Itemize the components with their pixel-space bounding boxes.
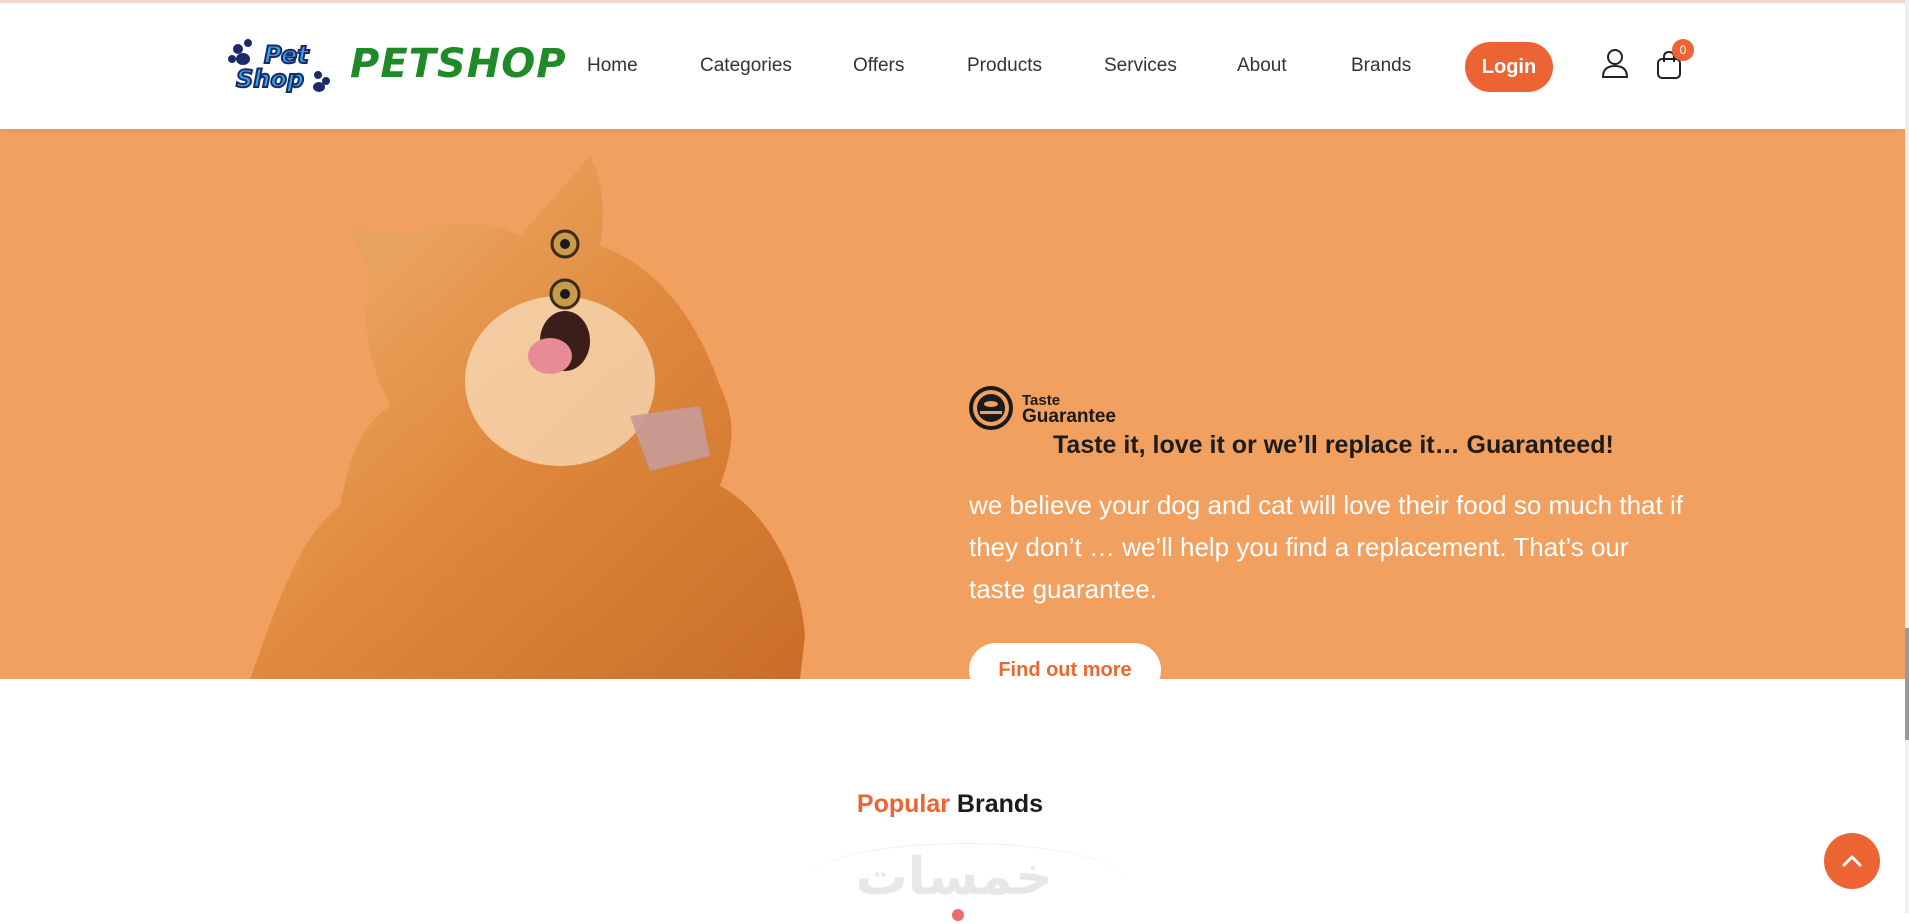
cart-count-badge: 0 [1672,39,1694,61]
popular-brands-heading: Popular Brands [0,790,1900,819]
petshop-logo-badge[interactable]: Pet Shop [226,35,332,97]
nav-services[interactable]: Services [1104,55,1177,77]
watermark: خمسات [855,847,1052,904]
heading-rest: Brands [949,790,1044,818]
user-icon[interactable] [1600,47,1630,79]
taste-badge-word-2: Guarantee [1022,406,1116,427]
cat-image [250,156,805,679]
hero-body-text: we believe your dog and cat will love th… [969,490,1683,604]
find-out-more-button[interactable]: Find out more [969,643,1161,679]
scrollbar-thumb[interactable] [1905,628,1909,740]
page-scrollbar[interactable] [1905,0,1909,913]
nav-brands[interactable]: Brands [1351,55,1411,77]
logo-badge-text-2: Shop [236,65,304,93]
nav-offers[interactable]: Offers [853,55,904,77]
logo-text[interactable]: PETSHOP [350,41,567,87]
food-bowl-icon [969,386,1013,430]
nav-categories[interactable]: Categories [700,55,792,77]
login-button[interactable]: Login [1465,42,1553,92]
chevron-up-icon [1842,855,1862,867]
scroll-to-top-button[interactable] [1824,833,1880,889]
hero-headline: Taste it, love it or we’ll replace it… G… [1053,431,1614,459]
nav-about[interactable]: About [1237,55,1287,77]
nav-home[interactable]: Home [587,55,638,77]
carousel-dot[interactable] [952,909,964,921]
heading-accent-word: Popular [856,790,950,818]
nav-products[interactable]: Products [967,55,1042,77]
site-header: Pet Shop PETSHOP Home Categories Offers … [0,0,1905,129]
watermark-text: خمسات [855,847,1052,904]
taste-guarantee-banner: Taste Guarantee Taste it, love it or we’… [0,126,1905,679]
